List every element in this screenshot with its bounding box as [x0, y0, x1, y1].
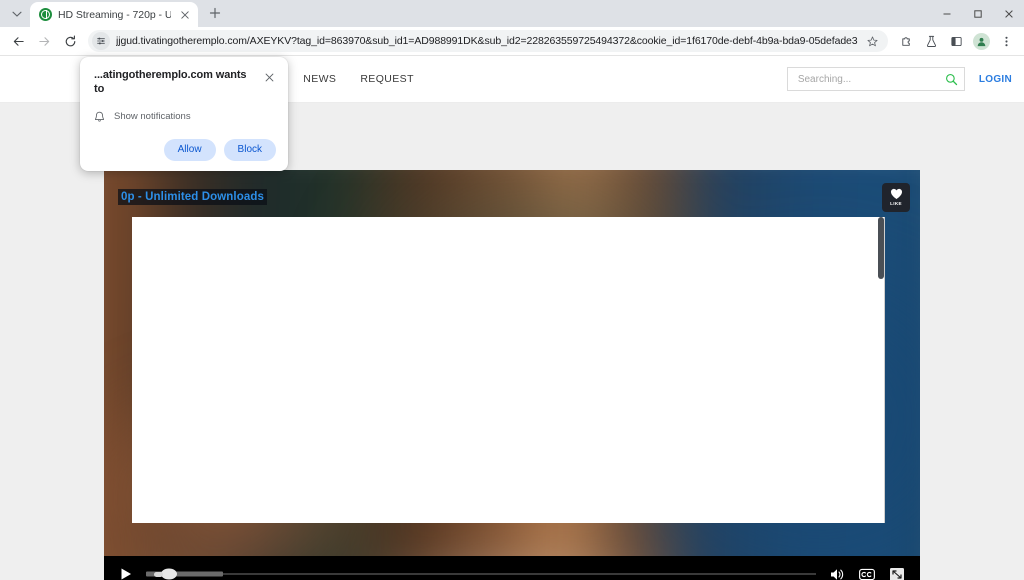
window-controls — [931, 0, 1024, 27]
like-label: LIKE — [890, 201, 902, 206]
login-link[interactable]: LOGIN — [979, 74, 1012, 85]
seek-track — [146, 573, 816, 575]
site-settings-button[interactable] — [92, 32, 110, 50]
minimize-icon — [942, 9, 952, 19]
back-button[interactable] — [6, 29, 31, 54]
person-icon — [976, 36, 987, 47]
embed-scrollbar[interactable] — [878, 217, 884, 279]
window-close-button[interactable] — [993, 0, 1024, 27]
play-icon — [119, 567, 133, 580]
new-tab-button[interactable] — [202, 0, 228, 26]
close-icon — [265, 73, 274, 82]
arrow-right-icon — [38, 35, 51, 48]
player-controls-bar — [104, 556, 920, 580]
extensions-button[interactable] — [894, 29, 918, 53]
labs-button[interactable] — [919, 29, 943, 53]
play-button[interactable] — [118, 566, 134, 580]
reload-icon — [64, 35, 77, 48]
plus-icon — [209, 7, 221, 19]
closed-captions-icon — [859, 567, 875, 580]
tab-title: HD Streaming - 720p - Unlimi — [58, 9, 171, 21]
tab-close-button[interactable] — [177, 7, 192, 22]
site-search[interactable] — [787, 67, 965, 91]
extensions-icon — [900, 35, 913, 48]
permission-close-button[interactable] — [262, 70, 276, 84]
seek-handle[interactable] — [161, 569, 177, 580]
search-input[interactable] — [798, 74, 945, 85]
permission-title: ...atingotheremplo.com wants to — [94, 69, 256, 97]
video-embed-content[interactable] — [132, 217, 885, 523]
forward-button[interactable] — [32, 29, 57, 54]
tab-search-button[interactable] — [4, 3, 30, 25]
profile-button[interactable] — [969, 29, 993, 53]
permission-detail-row: Show notifications — [94, 111, 276, 123]
browser-tab[interactable]: HD Streaming - 720p - Unlimi — [30, 2, 198, 27]
like-button[interactable]: LIKE — [882, 183, 910, 212]
tune-sliders-icon — [96, 36, 106, 46]
url-text: jjgud.tivatingotheremplo.com/AXEYKV?tag_… — [116, 35, 858, 47]
captions-button[interactable] — [858, 565, 876, 580]
seek-bar[interactable] — [146, 567, 816, 580]
reload-button[interactable] — [58, 29, 83, 54]
permission-actions: Allow Block — [94, 139, 276, 161]
fullscreen-icon — [889, 567, 905, 580]
side-panel-icon — [950, 35, 963, 48]
allow-button[interactable]: Allow — [164, 139, 216, 161]
chevron-down-icon — [12, 9, 22, 19]
volume-icon — [829, 567, 845, 580]
header-right-group: LOGIN — [787, 67, 1012, 91]
nav-item-request[interactable]: REQUEST — [360, 73, 414, 85]
volume-button[interactable] — [828, 565, 846, 580]
fullscreen-button[interactable] — [888, 565, 906, 580]
maximize-button[interactable] — [962, 0, 993, 27]
globe-icon — [39, 8, 52, 21]
block-button[interactable]: Block — [224, 139, 276, 161]
player-title-bar: 0p - Unlimited Downloads LIKE — [104, 174, 920, 220]
search-icon[interactable] — [945, 73, 958, 86]
nav-item-news[interactable]: NEWS — [303, 73, 336, 85]
side-panel-button[interactable] — [944, 29, 968, 53]
permission-header: ...atingotheremplo.com wants to — [94, 69, 276, 97]
star-icon — [867, 36, 878, 47]
permission-label: Show notifications — [114, 111, 191, 122]
maximize-icon — [973, 9, 983, 19]
notification-permission-dialog: ...atingotheremplo.com wants to Show not… — [80, 57, 288, 171]
more-menu-button[interactable] — [994, 29, 1018, 53]
tab-strip: HD Streaming - 720p - Unlimi — [0, 0, 1024, 27]
bookmark-button[interactable] — [864, 33, 880, 49]
bell-icon — [94, 111, 105, 123]
close-icon — [181, 11, 189, 19]
player-title: 0p - Unlimited Downloads — [118, 189, 267, 205]
arrow-left-icon — [12, 35, 25, 48]
heart-icon — [890, 188, 903, 200]
minimize-button[interactable] — [931, 0, 962, 27]
browser-toolbar: jjgud.tivatingotheremplo.com/AXEYKV?tag_… — [0, 27, 1024, 56]
browser-window: HD Streaming - 720p - Unlimi — [0, 0, 1024, 580]
address-bar[interactable]: jjgud.tivatingotheremplo.com/AXEYKV?tag_… — [88, 30, 888, 52]
labs-flask-icon — [925, 35, 938, 48]
profile-avatar — [973, 33, 990, 50]
close-icon — [1004, 9, 1014, 19]
more-menu-icon — [1000, 35, 1013, 48]
